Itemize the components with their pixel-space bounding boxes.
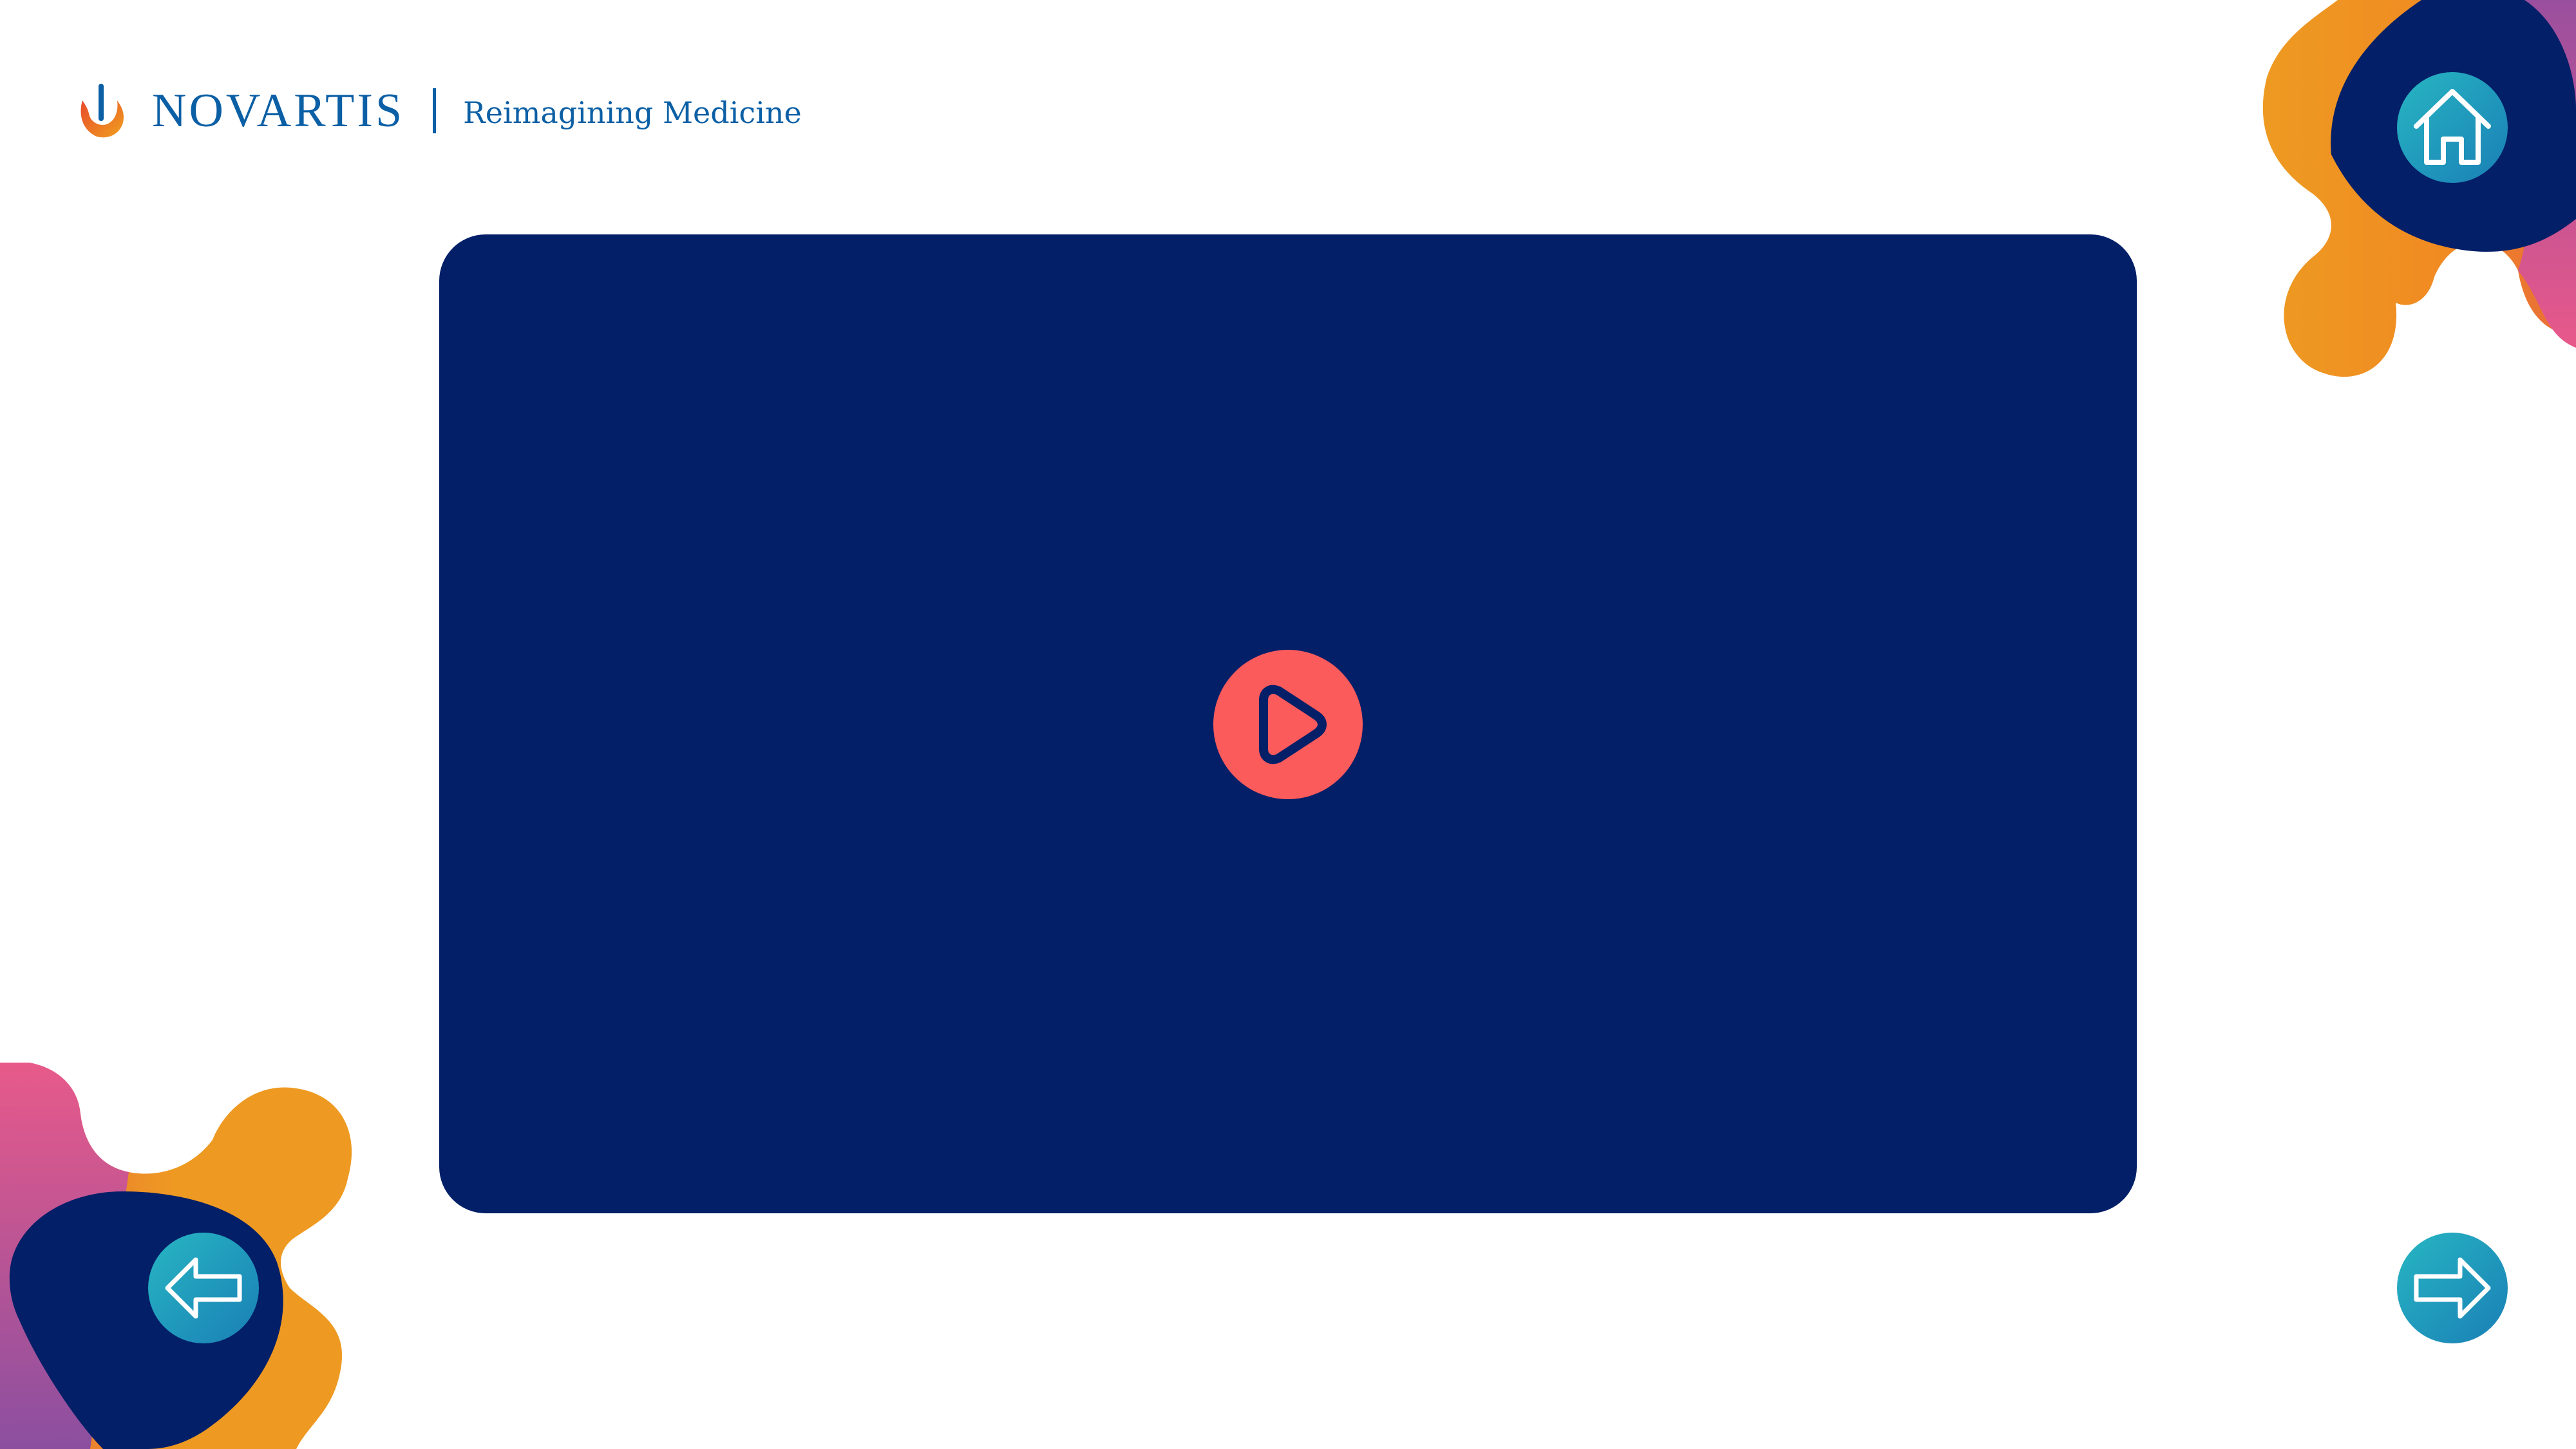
brand-tagline: Reimagining Medicine xyxy=(463,95,802,130)
slide-page: NOVARTIS Reimagining Medicine xyxy=(0,0,2576,1449)
arrow-left-icon xyxy=(165,1257,242,1319)
brand-name: NOVARTIS xyxy=(152,84,405,137)
next-button[interactable] xyxy=(2397,1233,2508,1343)
previous-button[interactable] xyxy=(148,1233,259,1343)
home-icon xyxy=(2414,89,2491,165)
home-button[interactable] xyxy=(2397,72,2508,183)
arrow-right-icon xyxy=(2414,1257,2491,1319)
brand-divider xyxy=(433,88,437,133)
novartis-flame-logo-icon xyxy=(80,84,124,138)
play-button[interactable] xyxy=(1213,650,1363,799)
brand-header: NOVARTIS Reimagining Medicine xyxy=(77,72,802,149)
play-icon xyxy=(1259,685,1327,764)
video-player[interactable] xyxy=(439,234,2137,1213)
decorative-blob-top-right xyxy=(2262,0,2576,377)
